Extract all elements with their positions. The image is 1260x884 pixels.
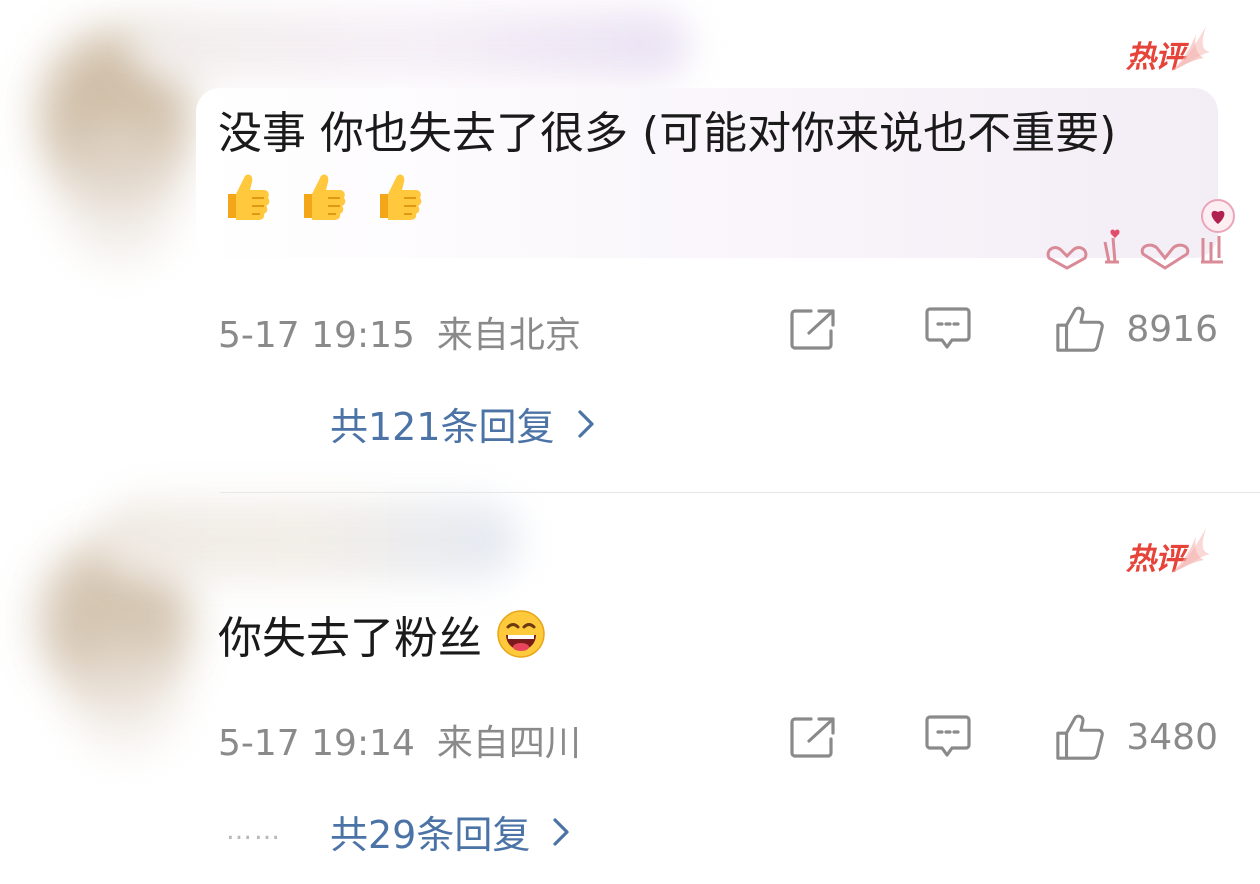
thumbs-up-emoji (370, 168, 426, 244)
like-button[interactable] (1054, 304, 1106, 354)
avatar-shadow (70, 640, 180, 750)
comment-actions: 8916 (788, 304, 1218, 354)
comment-location: 来自北京 (436, 315, 581, 356)
comment-date: 5-17 19:14 (218, 723, 415, 764)
heart-hands-sticker (1046, 199, 1235, 270)
reply-count-label: 共29条回复 (330, 813, 531, 857)
view-replies-link[interactable]: 共121条回复 (330, 396, 595, 451)
flame-wing-icon (1170, 26, 1210, 72)
thumbs-up-icon (1056, 714, 1105, 760)
comment-text-body: 没事 你也失去了很多 (可能对你来说也不重要) (218, 108, 1117, 159)
reply-button[interactable] (922, 304, 974, 354)
comment-text: 你失去了粉丝 (218, 605, 1178, 679)
comment-actions: 3480 (788, 712, 1218, 762)
share-button[interactable] (788, 304, 840, 354)
comment-text-body: 你失去了粉丝 (218, 613, 482, 664)
hot-comment-badge: 热评 (1122, 524, 1212, 577)
share-button[interactable] (788, 712, 840, 762)
comment-location: 来自四川 (436, 723, 581, 764)
laughing-face-emoji (496, 609, 546, 679)
like-count: 3480 (1126, 716, 1218, 758)
reply-button[interactable] (922, 712, 974, 762)
thumbs-up-icon (1056, 306, 1105, 352)
like-count: 8916 (1126, 308, 1218, 350)
comment-divider (220, 492, 1260, 493)
hot-comment-badge: 热评 (1122, 22, 1212, 75)
thumbs-up-emoji (294, 168, 350, 244)
share-icon (790, 309, 835, 350)
comment-date: 5-17 19:15 (218, 315, 415, 356)
avatar-shadow (60, 120, 180, 260)
comment-icon (925, 715, 971, 757)
share-icon (790, 717, 835, 758)
comment-meta: 5-17 19:15 来自北京 (218, 306, 581, 358)
thumbs-up-emoji (218, 168, 274, 244)
username[interactable] (130, 10, 690, 80)
flame-wing-icon (1170, 528, 1210, 574)
username[interactable] (100, 500, 520, 580)
view-replies-link[interactable]: 共29条回复 (330, 804, 570, 859)
comment-item[interactable]: 热评 没事 你也失去了很多 (可能对你来说也不重要) 5-17 19:15 来自… (0, 0, 1260, 492)
chevron-right-icon (577, 409, 595, 439)
reply-count-label: 共121条回复 (330, 405, 555, 449)
comment-text: 没事 你也失去了很多 (可能对你来说也不重要) (218, 100, 1178, 244)
comment-icon (925, 307, 971, 349)
like-button[interactable] (1054, 712, 1106, 762)
chevron-right-icon (552, 817, 570, 847)
comment-meta: 5-17 19:14 来自四川 (218, 714, 581, 766)
ellipsis-dots: …… (226, 816, 282, 846)
